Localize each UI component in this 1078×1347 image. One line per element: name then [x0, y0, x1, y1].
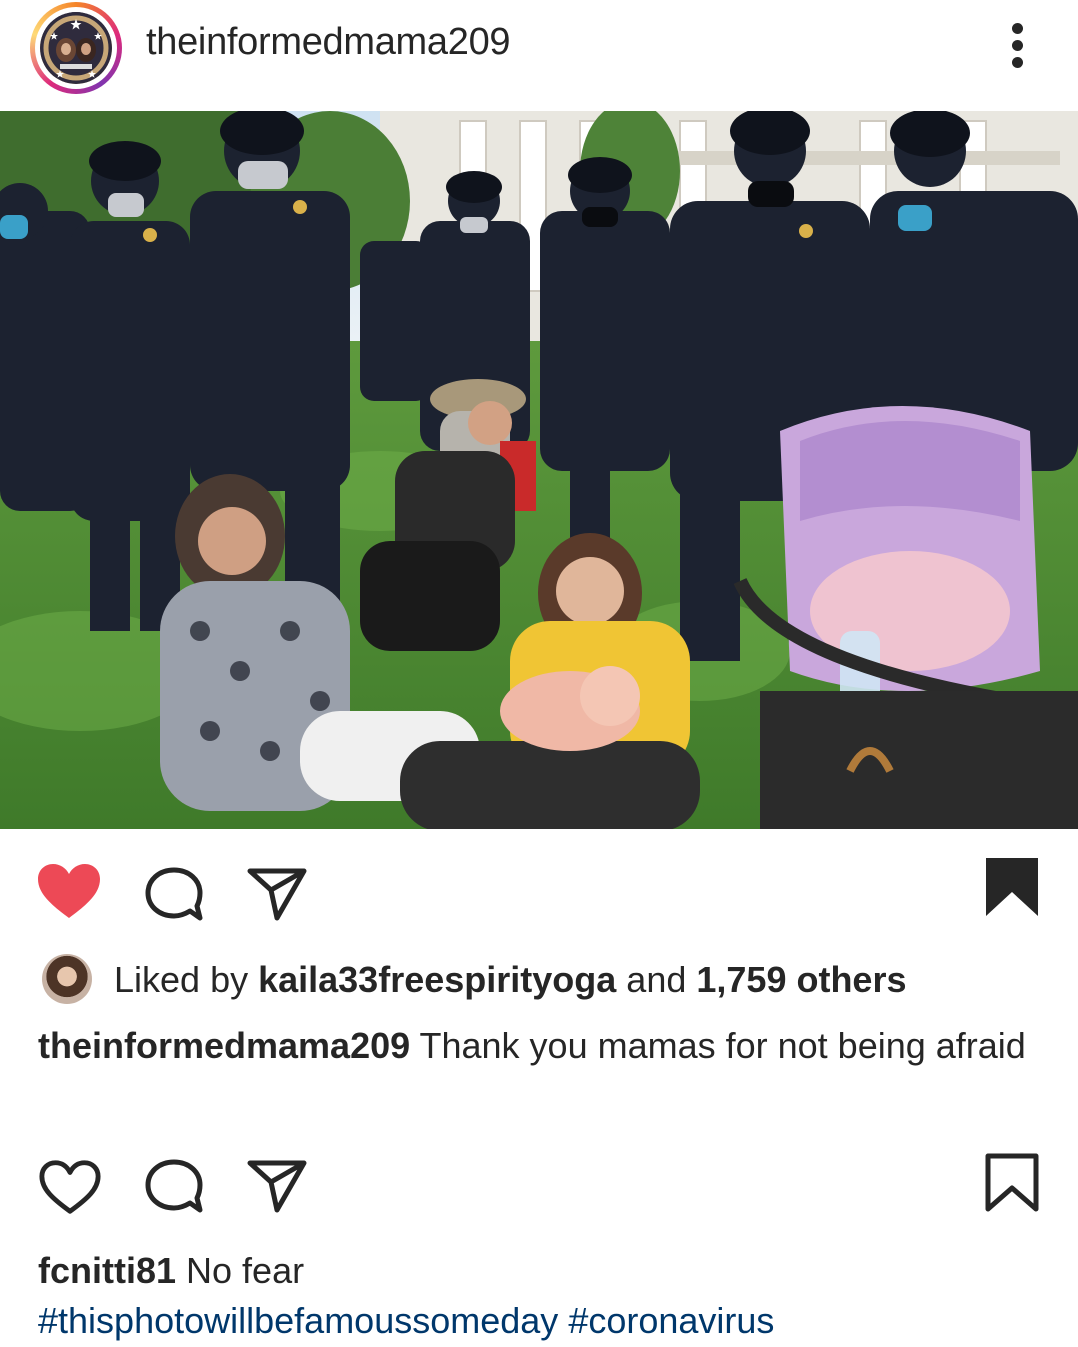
post-photo-illustration	[0, 111, 1078, 829]
bookmark-outline-icon	[985, 1153, 1039, 1212]
likes-middle: and	[616, 959, 697, 1000]
share-button-secondary[interactable]	[246, 1158, 308, 1219]
comment-button-secondary[interactable]	[144, 1158, 204, 1219]
liker-avatar[interactable]	[42, 954, 92, 1004]
likes-summary[interactable]: Liked by kaila33freespirityoga and 1,759…	[114, 956, 907, 1004]
heart-outline-icon	[39, 1160, 101, 1214]
hashtag-link[interactable]: #coronavirus	[568, 1300, 774, 1341]
hashtag-link[interactable]: #thisphotowillbefamoussomeday	[38, 1300, 558, 1341]
more-options-icon[interactable]	[1000, 20, 1036, 70]
like-button-secondary[interactable]	[38, 1158, 102, 1221]
share-button[interactable]	[246, 866, 308, 927]
comment-username[interactable]: fcnitti81	[38, 1250, 176, 1291]
like-button[interactable]	[36, 862, 102, 925]
heart-filled-icon	[38, 864, 100, 918]
save-button-secondary[interactable]	[984, 1152, 1040, 1219]
post-caption: theinformedmama209 Thank you mamas for n…	[38, 1020, 1038, 1072]
avatar-image	[40, 12, 112, 84]
comment-text: No fear	[176, 1250, 305, 1291]
avatar[interactable]	[40, 12, 112, 84]
liker-username[interactable]: kaila33freespirityoga	[258, 959, 616, 1000]
caption-text: Thank you mamas for not being afraid	[410, 1025, 1026, 1066]
comment-icon	[145, 867, 203, 921]
post-author-username[interactable]: theinformedmama209	[146, 18, 511, 66]
bookmark-filled-icon	[986, 858, 1038, 916]
likes-prefix: Liked by	[114, 959, 259, 1000]
post-comment: fcnitti81 No fear #thisphotowillbefamous…	[38, 1246, 1058, 1346]
share-icon	[247, 868, 307, 921]
likes-others-count[interactable]: 1,759 others	[696, 959, 906, 1000]
share-icon	[247, 1160, 307, 1213]
post-photo[interactable]	[0, 111, 1078, 829]
caption-username[interactable]: theinformedmama209	[38, 1025, 410, 1066]
comment-button[interactable]	[144, 866, 204, 927]
save-button[interactable]	[984, 856, 1040, 923]
comment-icon	[145, 1159, 203, 1213]
